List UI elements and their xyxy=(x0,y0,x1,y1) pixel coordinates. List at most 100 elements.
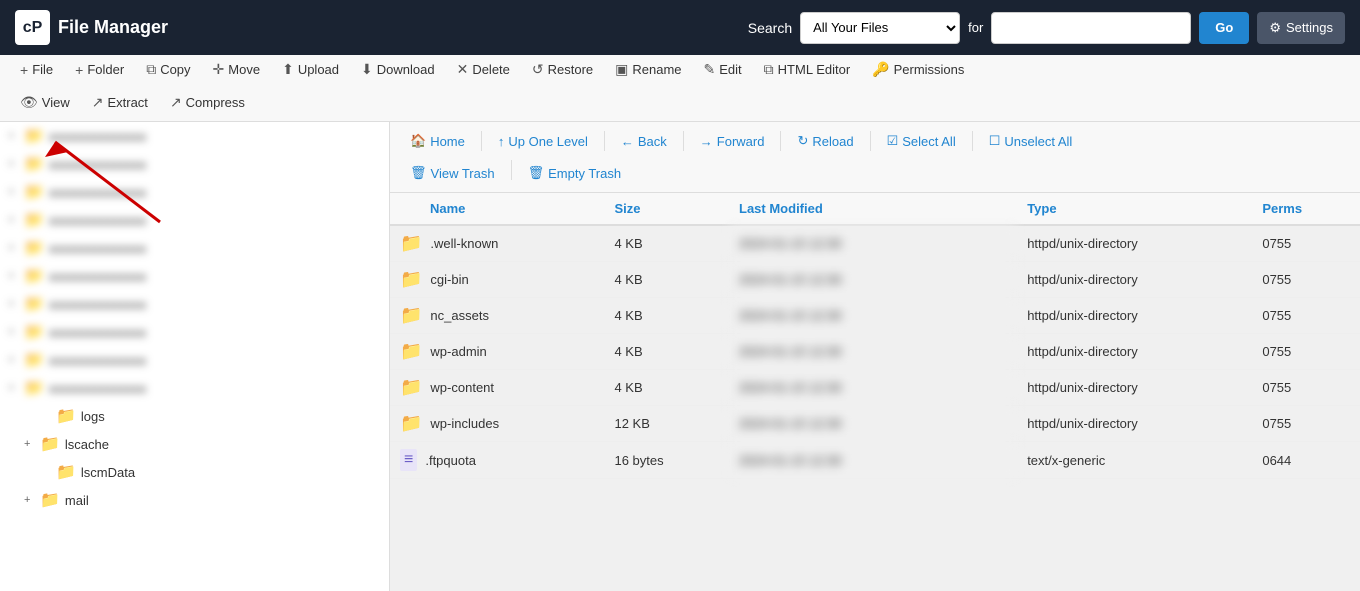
sidebar: + 📁 xxxxxxxxxxxxxxx + 📁 xxxxxxxxxxxxxxx … xyxy=(0,122,390,591)
search-area: Search All Your FilesFile Names OnlyFile… xyxy=(748,12,1345,44)
tree-toggle-icon[interactable]: + xyxy=(8,186,24,198)
tree-item[interactable]: + 📁 xxxxxxxxxxxxxxx xyxy=(0,234,389,262)
new-folder-button[interactable]: + Folder xyxy=(65,56,134,84)
folder-icon: 📁 xyxy=(56,462,76,482)
tree-item[interactable]: + 📁 xxxxxxxxxxxxxxx xyxy=(0,374,389,402)
tree-label: mail xyxy=(65,493,89,508)
tree-item[interactable]: + 📁 xxxxxxxxxxxxxxx xyxy=(0,122,389,150)
tree-label: xxxxxxxxxxxxxxx xyxy=(49,157,147,172)
html-editor-icon: ⧉ xyxy=(764,61,774,78)
permissions-button[interactable]: 🔑 Permissions xyxy=(862,55,974,84)
file-name: .ftpquota xyxy=(425,453,476,468)
new-file-button[interactable]: + File xyxy=(10,56,63,84)
restore-button[interactable]: ↺ Restore xyxy=(522,55,603,84)
edit-button[interactable]: ✎ Edit xyxy=(694,55,752,84)
tree-toggle-icon[interactable]: + xyxy=(8,214,24,226)
home-button[interactable]: 🏠 Home xyxy=(400,128,475,154)
tree-toggle-icon[interactable]: + xyxy=(8,130,24,142)
tree-item[interactable]: + 📁 xxxxxxxxxxxxxxx xyxy=(0,290,389,318)
sidebar-item-logs[interactable]: 📁 logs xyxy=(0,402,389,430)
logo: cP File Manager xyxy=(15,10,168,45)
file-name-cell: 📁wp-includes xyxy=(390,406,604,442)
table-row[interactable]: 📁.well-known4 KB2024-01-15 12:30httpd/un… xyxy=(390,225,1360,262)
sidebar-item-mail[interactable]: + 📁 mail xyxy=(0,486,389,514)
search-scope-select[interactable]: All Your FilesFile Names OnlyFile Conten… xyxy=(800,12,960,44)
col-header-size[interactable]: Size xyxy=(604,193,729,225)
forward-button[interactable]: → Forward xyxy=(690,129,775,154)
move-button[interactable]: ✛ Move xyxy=(203,55,271,84)
settings-button[interactable]: ⚙ Settings xyxy=(1257,12,1345,44)
upload-button[interactable]: ⬆ Upload xyxy=(272,55,349,84)
empty-trash-button[interactable]: 🗑 Empty Trash xyxy=(518,160,631,186)
view-button[interactable]: 👁 View xyxy=(10,88,80,117)
nav-divider xyxy=(481,131,482,151)
file-name-cell: 📁nc_assets xyxy=(390,298,604,334)
tree-item[interactable]: + 📁 xxxxxxxxxxxxxxx xyxy=(0,150,389,178)
folder-icon: 📁 xyxy=(24,294,44,314)
eye-icon: 👁 xyxy=(20,94,38,111)
tree-toggle-icon[interactable]: + xyxy=(8,382,24,394)
rename-button[interactable]: ▣ Rename xyxy=(605,55,691,84)
tree-toggle-icon[interactable]: + xyxy=(8,354,24,366)
search-input[interactable] xyxy=(991,12,1191,44)
reload-button[interactable]: ↻ Reload xyxy=(787,128,863,154)
back-button[interactable]: ← Back xyxy=(611,129,677,154)
tree-toggle-icon[interactable]: + xyxy=(8,298,24,310)
copy-button[interactable]: ⧉ Copy xyxy=(136,55,200,84)
tree-toggle-icon[interactable]: + xyxy=(8,326,24,338)
table-row[interactable]: 📁wp-admin4 KB2024-01-15 12:30httpd/unix-… xyxy=(390,334,1360,370)
main-layout: + 📁 xxxxxxxxxxxxxxx + 📁 xxxxxxxxxxxxxxx … xyxy=(0,122,1360,591)
tree-item[interactable]: + 📁 xxxxxxxxxxxxxxx xyxy=(0,318,389,346)
file-type: httpd/unix-directory xyxy=(1017,298,1252,334)
copy-icon: ⧉ xyxy=(146,61,156,78)
file-perms: 0755 xyxy=(1252,262,1360,298)
go-button[interactable]: Go xyxy=(1199,12,1249,44)
tree-item[interactable]: + 📁 xxxxxxxxxxxxxxx xyxy=(0,262,389,290)
select-all-button[interactable]: ☑ Select All xyxy=(877,128,966,154)
folder-icon: 📁 xyxy=(24,378,44,398)
extract-button[interactable]: ↗ Extract xyxy=(82,88,158,117)
gear-icon: ⚙ xyxy=(1269,20,1281,36)
file-type: httpd/unix-directory xyxy=(1017,334,1252,370)
sidebar-item-lscmdata[interactable]: 📁 lscmData xyxy=(0,458,389,486)
tree-label: xxxxxxxxxxxxxxx xyxy=(49,269,147,284)
empty-checkbox-icon: ☐ xyxy=(989,133,1001,149)
download-button[interactable]: ⬇ Download xyxy=(351,55,445,84)
table-row[interactable]: 📁wp-content4 KB2024-01-15 12:30httpd/uni… xyxy=(390,370,1360,406)
compress-button[interactable]: ↗ Compress xyxy=(160,88,255,117)
tree-toggle-icon[interactable]: + xyxy=(24,494,40,506)
file-modified: 2024-01-15 12:30 xyxy=(729,225,1017,262)
up-one-level-button[interactable]: ↑ Up One Level xyxy=(488,129,598,154)
table-row[interactable]: 📁nc_assets4 KB2024-01-15 12:30httpd/unix… xyxy=(390,298,1360,334)
tree-item[interactable]: + 📁 xxxxxxxxxxxxxxx xyxy=(0,178,389,206)
tree-toggle-icon[interactable]: + xyxy=(8,158,24,170)
file-name: wp-includes xyxy=(430,416,499,431)
table-row[interactable]: ≡.ftpquota16 bytes2024-01-15 12:30text/x… xyxy=(390,442,1360,479)
file-name: wp-content xyxy=(430,380,494,395)
col-header-name[interactable]: Name xyxy=(390,193,604,225)
tree-toggle-icon[interactable]: + xyxy=(8,242,24,254)
for-label: for xyxy=(968,20,983,35)
col-header-perms[interactable]: Perms xyxy=(1252,193,1360,225)
tree-item[interactable]: + 📁 xxxxxxxxxxxxxxx xyxy=(0,346,389,374)
delete-button[interactable]: ✕ Delete xyxy=(447,55,520,84)
table-row[interactable]: 📁wp-includes12 KB2024-01-15 12:30httpd/u… xyxy=(390,406,1360,442)
tree-toggle-icon[interactable]: + xyxy=(24,438,40,450)
key-icon: 🔑 xyxy=(872,61,889,78)
folder-icon: 📁 xyxy=(400,233,422,254)
file-name-cell: ≡.ftpquota xyxy=(390,442,604,479)
table-row[interactable]: 📁cgi-bin4 KB2024-01-15 12:30httpd/unix-d… xyxy=(390,262,1360,298)
col-header-type[interactable]: Type xyxy=(1017,193,1252,225)
col-header-modified[interactable]: Last Modified xyxy=(729,193,1017,225)
sidebar-item-lscache[interactable]: + 📁 lscache xyxy=(0,430,389,458)
view-trash-button[interactable]: 🗑 View Trash xyxy=(400,160,505,186)
nav-divider xyxy=(780,131,781,151)
tree-toggle-icon[interactable]: + xyxy=(8,270,24,282)
unselect-all-button[interactable]: ☐ Unselect All xyxy=(979,128,1083,154)
tree-item[interactable]: + 📁 xxxxxxxxxxxxxxx xyxy=(0,206,389,234)
forward-icon: → xyxy=(700,134,713,149)
html-editor-button[interactable]: ⧉ HTML Editor xyxy=(754,55,860,84)
folder-icon: 📁 xyxy=(400,341,422,362)
nav-bar: 🏠 Home ↑ Up One Level ← Back → Forward xyxy=(390,122,1360,193)
folder-icon: 📁 xyxy=(400,377,422,398)
